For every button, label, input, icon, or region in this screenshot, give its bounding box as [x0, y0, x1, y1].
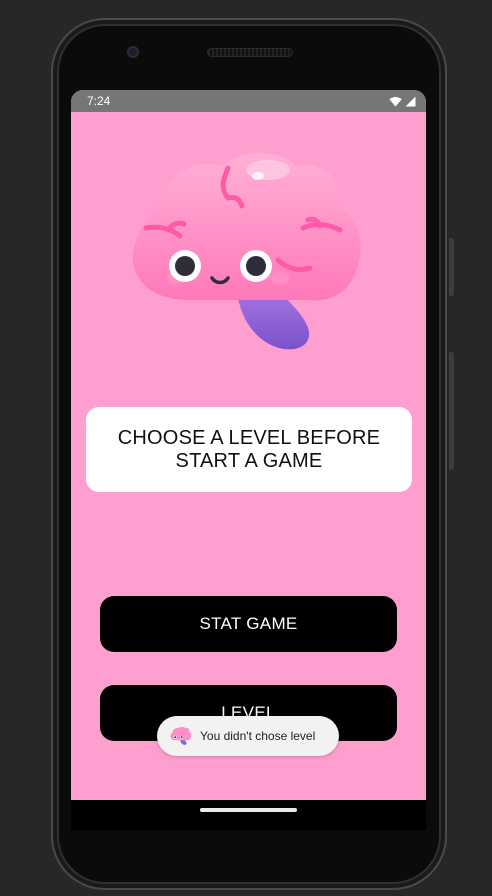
banner-text: CHOOSE A LEVEL BEFORE START A GAME — [117, 426, 381, 472]
navigation-bar — [71, 800, 426, 830]
home-indicator[interactable] — [200, 808, 297, 812]
wifi-icon — [389, 96, 402, 106]
volume-button — [449, 352, 454, 470]
brain-mascot-icon — [170, 726, 192, 745]
status-bar: 7:24 — [71, 90, 426, 112]
toast-text: You didn't chose level — [200, 729, 316, 743]
status-time: 7:24 — [87, 94, 111, 108]
app-screen: 7:24 CHOOSE A LEVEL BEFORE START A GAME … — [71, 90, 426, 800]
front-camera — [127, 46, 139, 58]
earpiece-speaker — [207, 48, 293, 57]
status-icons — [389, 96, 416, 107]
instruction-banner: CHOOSE A LEVEL BEFORE START A GAME — [86, 407, 412, 492]
toast-message: You didn't chose level — [157, 716, 339, 756]
signal-icon — [405, 96, 416, 106]
power-button — [449, 238, 454, 296]
start-game-button[interactable]: STAT GAME — [100, 596, 397, 652]
brain-mascot-icon — [132, 153, 361, 350]
